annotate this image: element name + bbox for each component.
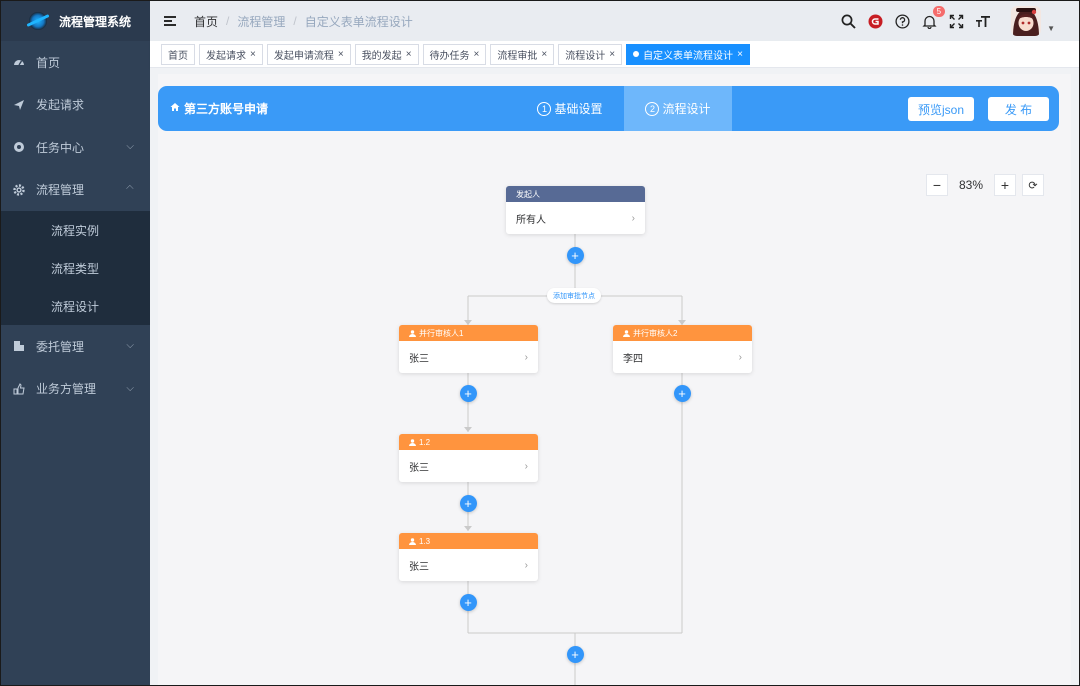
tag-send-request[interactable]: 发起请求 ×: [199, 43, 263, 65]
add-approval-branch-button[interactable]: 添加审批节点: [547, 288, 601, 303]
submenu-process-management: 流程实例 流程类型 流程设计: [1, 211, 150, 325]
tag-custom-form-design[interactable]: 自定义表单流程设计 ×: [626, 43, 750, 65]
node-header: 1.2: [419, 437, 431, 447]
sidebar-item-task-center[interactable]: 任务中心 ⌵: [1, 126, 150, 169]
chevron-right-icon: ›: [738, 351, 742, 363]
sidebar-item-label: 发起请求: [36, 98, 85, 113]
close-icon[interactable]: ×: [737, 49, 743, 60]
node-content: 所有人: [516, 214, 546, 226]
chevron-right-icon: ›: [631, 212, 635, 224]
delegate-icon: [13, 340, 25, 352]
node-content: 张三: [409, 561, 429, 573]
sidebar-item-label: 委托管理: [36, 339, 85, 354]
flow-node-approver[interactable]: 并行审核人1 张三 ›: [399, 325, 538, 373]
tag-process-design[interactable]: 流程设计 ×: [558, 43, 623, 65]
breadcrumb-item-current: 自定义表单流程设计: [304, 14, 413, 29]
sidebar-item-label: 业务方管理: [36, 382, 97, 397]
tags-view: 首页 发起请求 × 发起申请流程 × 我的发起 × 待办任务 × 流程审批 × 流程设计 ×…: [150, 41, 1079, 68]
search-icon[interactable]: [840, 13, 856, 29]
node-content: 张三: [409, 353, 429, 365]
avatar[interactable]: [1011, 6, 1042, 36]
header-actions: 5 ▼: [829, 1, 1055, 41]
sidebar-item-label: 首页: [36, 55, 61, 70]
add-node-button[interactable]: +: [566, 646, 584, 663]
sidebar-item-label: 任务中心: [36, 140, 85, 155]
logo[interactable]: 流程管理系统: [1, 1, 150, 41]
close-icon[interactable]: ×: [338, 49, 344, 60]
app-title: 流程管理系统: [59, 14, 132, 29]
flow-node-initiator[interactable]: 发起人 所有人 ›: [506, 186, 645, 234]
task-icon: [13, 141, 25, 153]
user-icon: [409, 438, 416, 446]
user-icon: [409, 537, 416, 545]
business-icon: [13, 382, 25, 395]
gitee-icon[interactable]: [867, 13, 883, 29]
flow-node-approver[interactable]: 1.2 张三 ›: [399, 434, 538, 482]
close-icon[interactable]: ×: [406, 49, 412, 60]
node-content: 张三: [409, 462, 429, 474]
sidebar-item-home[interactable]: 首页: [1, 41, 150, 84]
close-icon[interactable]: ×: [474, 49, 480, 60]
sidebar-item-send-request[interactable]: 发起请求: [1, 84, 150, 127]
sidebar-item-label: 流程管理: [36, 183, 85, 198]
node-header: 1.3: [419, 536, 431, 546]
close-icon[interactable]: ×: [541, 49, 547, 60]
bell-icon[interactable]: 5: [921, 6, 946, 29]
sidebar-item-business-management[interactable]: 业务方管理 ⌵: [1, 368, 150, 411]
node-header: 并行审核人1: [419, 328, 464, 338]
flow-node-approver[interactable]: 并行审核人2 李四 ›: [613, 325, 752, 373]
node-header: 并行审核人2: [633, 328, 678, 338]
chevron-up-icon: ⌵: [126, 181, 134, 193]
chevron-right-icon: ›: [524, 460, 528, 472]
sidebar-item-process-management[interactable]: 流程管理 ⌵: [1, 169, 150, 212]
tag-todo-tasks[interactable]: 待办任务 ×: [422, 43, 487, 65]
tag-start-application[interactable]: 发起申请流程 ×: [266, 43, 351, 65]
chevron-right-icon: ›: [524, 559, 528, 571]
send-icon: [13, 99, 25, 111]
gear-icon: [13, 184, 25, 196]
help-icon[interactable]: [894, 13, 910, 29]
sidebar-subitem-process-instance[interactable]: 流程实例: [1, 211, 150, 249]
breadcrumb-item-home[interactable]: 首页: [194, 13, 218, 30]
tag-home[interactable]: 首页: [161, 43, 195, 65]
add-node-button[interactable]: +: [673, 385, 691, 402]
tag-my-initiated[interactable]: 我的发起 ×: [354, 43, 419, 65]
navbar: 首页 / 流程管理 / 自定义表单流程设计 5 ▼: [150, 1, 1079, 41]
user-icon: [623, 329, 630, 337]
add-node-button[interactable]: +: [459, 495, 477, 512]
node-header: 发起人: [506, 186, 645, 202]
sidebar-subitem-process-design[interactable]: 流程设计: [1, 287, 150, 325]
close-icon[interactable]: ×: [609, 49, 615, 60]
main-content: 第三方账号申请 1 基础设置 2 流程设计 预览json 发 布 − 83% +…: [150, 68, 1079, 685]
sidebar-subitem-process-type[interactable]: 流程类型: [1, 249, 150, 287]
user-icon: [409, 329, 416, 337]
caret-down-icon[interactable]: ▼: [1047, 24, 1055, 33]
fullscreen-icon[interactable]: [948, 13, 964, 29]
chevron-right-icon: ›: [524, 351, 528, 363]
sidebar-item-delegation[interactable]: 委托管理 ⌵: [1, 325, 150, 368]
hamburger-icon[interactable]: [164, 16, 176, 26]
add-node-button[interactable]: +: [459, 594, 477, 611]
sidebar: 流程管理系统 首页 发起请求 任务中心 ⌵ 流程管理 ⌵ 流程实例 流程类型 流…: [1, 1, 150, 685]
dashboard-icon: [13, 56, 25, 68]
flow-node-approver[interactable]: 1.3 张三 ›: [399, 533, 538, 581]
node-content: 李四: [623, 353, 643, 365]
logo-icon: [29, 12, 47, 30]
chevron-down-icon: ⌵: [126, 141, 134, 152]
breadcrumb-item-process-management: 流程管理: [237, 14, 286, 29]
notification-badge: 5: [932, 6, 946, 17]
app-window: 流程管理系统 首页 发起请求 任务中心 ⌵ 流程管理 ⌵ 流程实例 流程类型 流…: [0, 0, 1080, 686]
chevron-down-icon: ⌵: [126, 340, 134, 351]
designer-panel: 第三方账号申请 1 基础设置 2 流程设计 预览json 发 布 − 83% +…: [158, 74, 1071, 685]
chevron-down-icon: ⌵: [126, 382, 134, 394]
font-size-icon[interactable]: [975, 13, 991, 29]
flow-connectors: [464, 234, 686, 685]
close-icon[interactable]: ×: [250, 49, 256, 60]
breadcrumb: 首页 / 流程管理 / 自定义表单流程设计: [194, 13, 413, 30]
tag-process-approval[interactable]: 流程审批 ×: [490, 43, 555, 65]
add-node-button[interactable]: +: [459, 385, 477, 402]
add-node-button[interactable]: +: [566, 247, 584, 264]
